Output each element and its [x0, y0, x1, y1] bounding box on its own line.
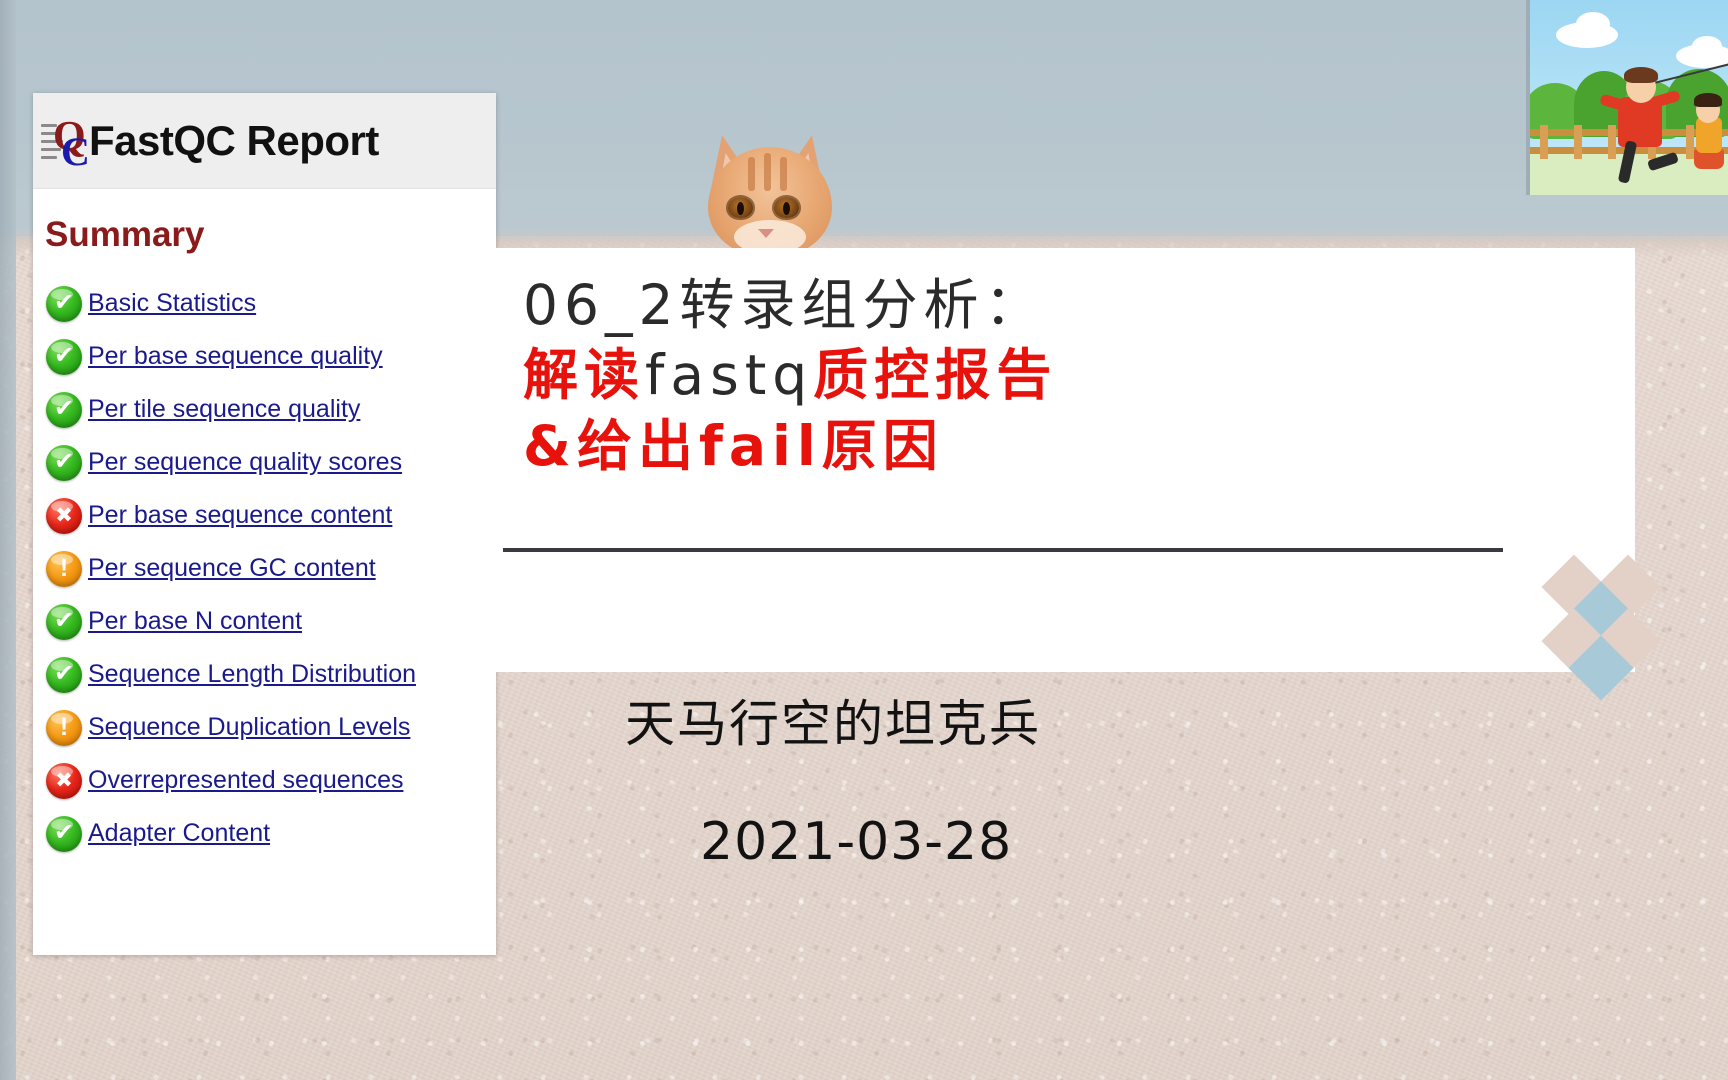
status-glyph: ✔ [53, 659, 75, 687]
cat-stripe [764, 153, 771, 191]
status-pass-icon: ✔ [46, 391, 82, 428]
cloud-icon [1576, 12, 1610, 36]
summary-heading: Summary [45, 215, 205, 254]
background-left-edge [0, 0, 16, 1080]
summary-item-per-tile-sequence-quality[interactable]: ✔ Per tile sequence quality [33, 383, 496, 436]
summary-item-link[interactable]: Adapter Content [88, 819, 270, 848]
status-glyph: ✔ [53, 606, 75, 634]
status-pass-icon: ✔ [46, 656, 82, 693]
presentation-date: 2021-03-28 [700, 812, 1013, 872]
fastqc-report-panel: Q C FastQC Report Summary ✔ Basic Statist… [33, 93, 496, 955]
summary-list: ✔ Basic Statistics ✔ Per base sequence qual… [33, 277, 496, 860]
summary-item-link[interactable]: Per sequence GC content [88, 554, 376, 583]
cat-stripe [780, 157, 787, 191]
summary-item-link[interactable]: Sequence Duplication Levels [88, 713, 410, 742]
summary-item-link[interactable]: Per base sequence content [88, 501, 392, 530]
presenter-name: 天马行空的坦克兵 [625, 695, 1041, 753]
fence-post [1608, 125, 1616, 159]
person-hair [1624, 67, 1658, 83]
page-title: FastQC Report [89, 116, 379, 164]
summary-item-link[interactable]: Basic Statistics [88, 289, 256, 318]
slide-title-line-2: 解读fastq质控报告 [523, 340, 1473, 410]
status-glyph: ✔ [53, 818, 75, 846]
person-body [1618, 97, 1662, 147]
status-pass-icon: ✔ [46, 285, 82, 322]
summary-item-link[interactable]: Overrepresented sequences [88, 766, 403, 795]
status-glyph: ✖ [55, 769, 73, 792]
diamond-decoration [1541, 554, 1669, 701]
child-hair [1694, 93, 1722, 107]
cat-photo [690, 105, 850, 257]
slide-title-line-3: &给出fail原因 [523, 411, 1473, 481]
slide-title-line-1: 06_2转录组分析： [523, 270, 1473, 340]
summary-item-sequence-duplication-levels[interactable]: ! Sequence Duplication Levels [33, 701, 496, 754]
summary-item-basic-statistics[interactable]: ✔ Basic Statistics [33, 277, 496, 330]
fence-post [1686, 125, 1694, 159]
slide-title-line1-text: 06_2转录组分析： [523, 273, 1046, 337]
summary-item-link[interactable]: Per sequence quality scores [88, 448, 402, 477]
summary-item-link[interactable]: Per base N content [88, 607, 302, 636]
status-glyph: ✖ [55, 504, 73, 527]
status-pass-icon: ✔ [46, 444, 82, 481]
cat-eye-left [728, 197, 753, 218]
logo-letter-c: C [61, 128, 90, 174]
fastqc-logo-icon: Q C [41, 112, 93, 174]
status-pass-icon: ✔ [46, 338, 82, 375]
status-glyph: ✔ [53, 394, 75, 422]
summary-item-link[interactable]: Sequence Length Distribution [88, 660, 416, 689]
slide-title-line3-red: &给出fail原因 [523, 413, 944, 478]
slide-panel: 06_2转录组分析： 解读fastq质控报告 &给出fail原因 [495, 248, 1661, 701]
summary-item-per-sequence-gc-content[interactable]: ! Per sequence GC content [33, 542, 496, 595]
summary-item-link[interactable]: Per tile sequence quality [88, 395, 360, 424]
slide-title: 06_2转录组分析： 解读fastq质控报告 &给出fail原因 [523, 270, 1473, 481]
cat-eye-right [774, 197, 799, 218]
summary-item-overrepresented-sequences[interactable]: ✖ Overrepresented sequences [33, 754, 496, 807]
summary-item-per-base-n-content[interactable]: ✔ Per base N content [33, 595, 496, 648]
cat-pupil [737, 202, 744, 215]
summary-item-sequence-length-distribution[interactable]: ✔ Sequence Length Distribution [33, 648, 496, 701]
status-glyph: ✔ [53, 447, 75, 475]
cartoon-illustration [1526, 0, 1728, 195]
slide-title-line2-red-b: 质控报告 [813, 343, 1058, 408]
cat-stripe [748, 157, 755, 191]
cat-nose [758, 229, 774, 238]
status-warn-icon: ! [46, 709, 82, 746]
summary-item-per-base-sequence-quality[interactable]: ✔ Per base sequence quality [33, 330, 496, 383]
fence-post [1540, 125, 1548, 159]
summary-item-adapter-content[interactable]: ✔ Adapter Content [33, 807, 496, 860]
status-warn-icon: ! [46, 550, 82, 587]
slide-title-line2-black: fastq [645, 343, 814, 408]
status-glyph: ! [59, 713, 69, 741]
status-pass-icon: ✔ [46, 603, 82, 640]
status-fail-icon: ✖ [46, 497, 82, 534]
cloud-icon [1692, 36, 1722, 56]
summary-item-per-sequence-quality-scores[interactable]: ✔ Per sequence quality scores [33, 436, 496, 489]
fence-post [1574, 125, 1582, 159]
slide-divider [503, 548, 1503, 552]
cat-pupil [783, 202, 790, 215]
slide-title-line2-red-a: 解读 [523, 343, 646, 408]
status-fail-icon: ✖ [46, 762, 82, 799]
fastqc-header: Q C FastQC Report [33, 93, 496, 189]
summary-item-per-base-sequence-content[interactable]: ✖ Per base sequence content [33, 489, 496, 542]
status-glyph: ✔ [53, 288, 75, 316]
status-pass-icon: ✔ [46, 815, 82, 852]
status-glyph: ! [59, 554, 69, 582]
status-glyph: ✔ [53, 341, 75, 369]
summary-item-link[interactable]: Per base sequence quality [88, 342, 383, 371]
